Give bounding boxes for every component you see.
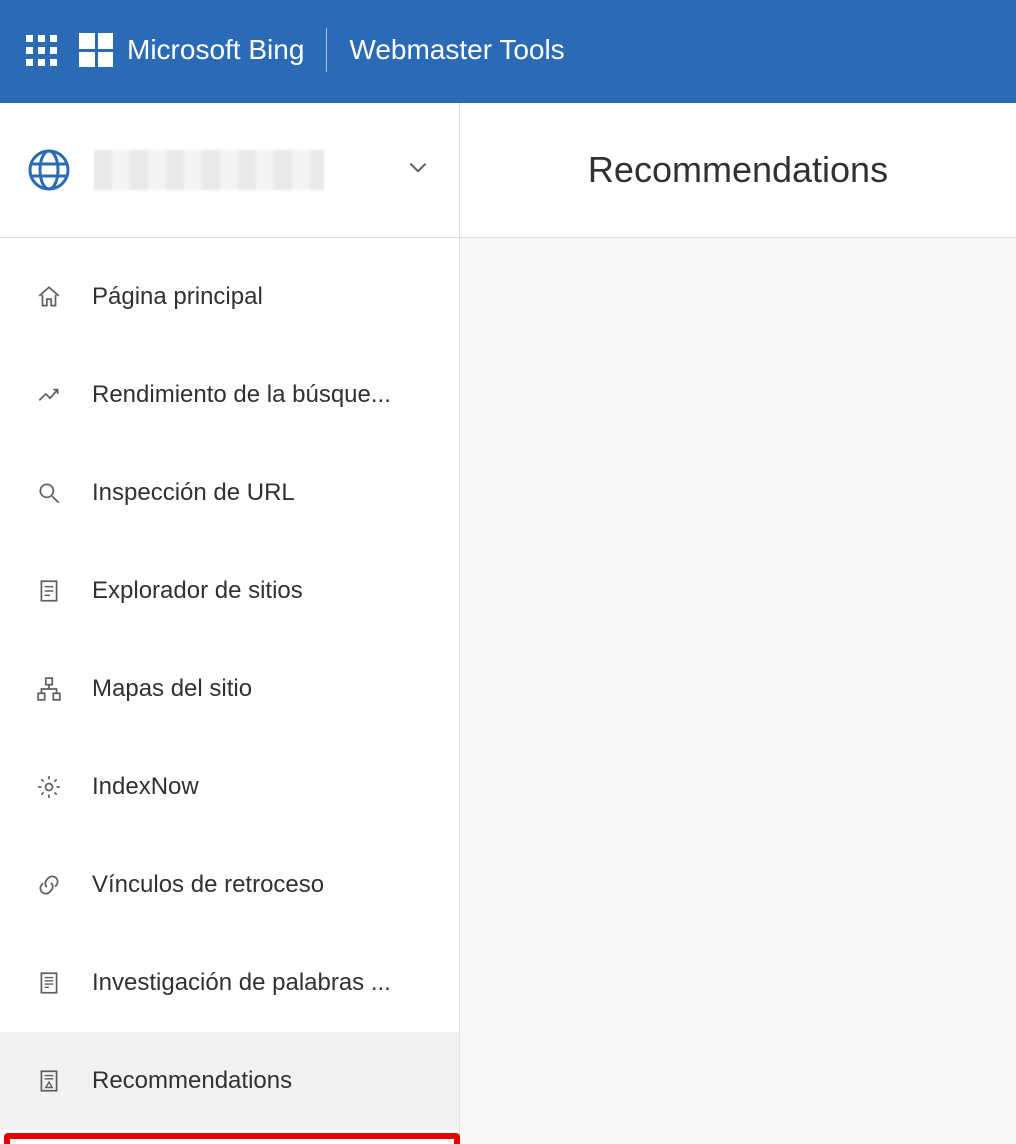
search-icon (34, 480, 64, 506)
body: Página principal Rendimiento de la búsqu… (0, 100, 1016, 1144)
sidebar-item-label: IndexNow (92, 773, 199, 801)
main-content (460, 238, 1016, 1144)
header-divider (326, 28, 327, 72)
sidebar-item-label: Rendimiento de la búsque... (92, 381, 391, 409)
home-icon (34, 284, 64, 310)
brand-text: Microsoft Bing (127, 34, 304, 66)
sidebar-item-label: Vínculos de retroceso (92, 871, 324, 899)
sidebar-item-label: Página principal (92, 283, 263, 311)
sidebar-item-sitemaps[interactable]: Mapas del sitio (0, 640, 459, 738)
sidebar-item-site-explorer[interactable]: Explorador de sitios (0, 542, 459, 640)
selected-site-redacted (94, 150, 324, 190)
globe-icon (28, 149, 70, 191)
chevron-down-icon (405, 155, 431, 186)
brand-block[interactable]: Microsoft Bing (79, 33, 304, 67)
list-document-icon (34, 578, 64, 604)
sidebar-item-indexnow[interactable]: IndexNow (0, 738, 459, 836)
site-selector[interactable] (0, 103, 459, 238)
document-lines-icon (34, 970, 64, 996)
main-header: Recommendations (460, 103, 1016, 238)
page-title: Recommendations (588, 149, 888, 191)
sidebar-item-recommendations[interactable]: Recommendations (0, 1032, 459, 1130)
sidebar-item-home[interactable]: Página principal (0, 248, 459, 346)
sidebar-item-label: Recommendations (92, 1067, 292, 1095)
sitemap-icon (34, 676, 64, 702)
link-icon (34, 872, 64, 898)
sidebar-item-label: Investigación de palabras ... (92, 969, 391, 997)
global-header: Microsoft Bing Webmaster Tools (0, 0, 1016, 100)
app-root: Microsoft Bing Webmaster Tools (0, 0, 1016, 1144)
sidebar-nav: Página principal Rendimiento de la búsqu… (0, 238, 459, 1144)
app-launcher-icon[interactable] (26, 35, 57, 66)
trending-up-icon (34, 382, 64, 408)
main-pane: Recommendations (460, 103, 1016, 1144)
product-title: Webmaster Tools (349, 34, 564, 66)
sidebar-item-label: Inspección de URL (92, 479, 295, 507)
sidebar-item-label: Explorador de sitios (92, 577, 303, 605)
gear-icon (34, 774, 64, 800)
sidebar-item-keyword-research[interactable]: Investigación de palabras ... (0, 934, 459, 1032)
sidebar-item-label: Mapas del sitio (92, 675, 252, 703)
sidebar-item-url-inspection[interactable]: Inspección de URL (0, 444, 459, 542)
recommendations-icon (34, 1068, 64, 1094)
sidebar-item-search-performance[interactable]: Rendimiento de la búsque... (0, 346, 459, 444)
bing-logo-icon (79, 33, 113, 67)
sidebar-item-backlinks[interactable]: Vínculos de retroceso (0, 836, 459, 934)
sidebar: Página principal Rendimiento de la búsqu… (0, 103, 460, 1144)
